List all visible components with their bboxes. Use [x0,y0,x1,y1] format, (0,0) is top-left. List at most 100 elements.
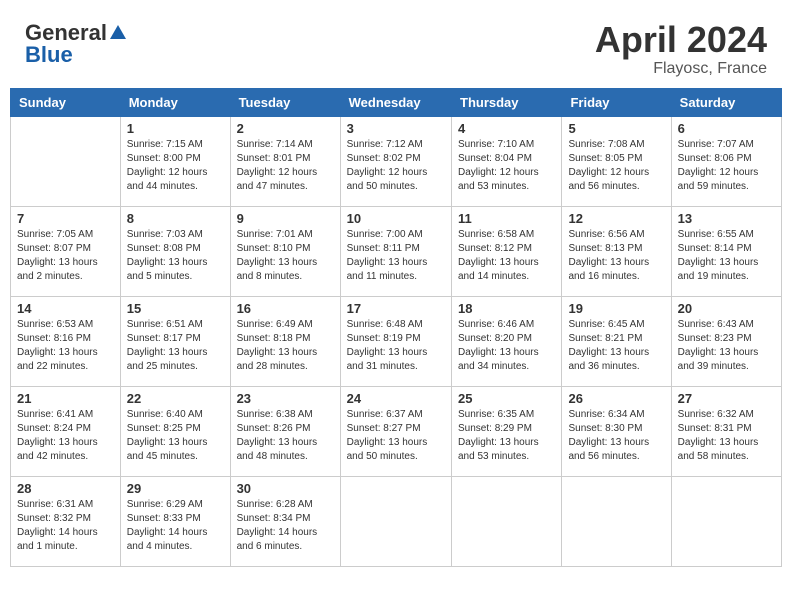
calendar-day-cell: 13 Sunrise: 6:55 AM Sunset: 8:14 PM Dayli… [671,206,781,296]
calendar-day-cell: 30 Sunrise: 6:28 AM Sunset: 8:34 PM Dayli… [230,476,340,566]
calendar-week-row: 21 Sunrise: 6:41 AM Sunset: 8:24 PM Dayli… [11,386,782,476]
day-number: 13 [678,211,775,226]
logo-blue-text: Blue [25,42,73,68]
calendar-day-cell: 6 Sunrise: 7:07 AM Sunset: 8:06 PM Daylig… [671,116,781,206]
calendar-day-cell: 23 Sunrise: 6:38 AM Sunset: 8:26 PM Dayli… [230,386,340,476]
day-info: Sunrise: 6:58 AM Sunset: 8:12 PM Dayligh… [458,228,555,284]
day-number: 23 [237,391,334,406]
day-info: Sunrise: 7:05 AM Sunset: 8:07 PM Dayligh… [17,228,114,284]
day-info: Sunrise: 6:40 AM Sunset: 8:25 PM Dayligh… [127,408,224,464]
logo: General Blue [25,20,127,68]
day-info: Sunrise: 6:35 AM Sunset: 8:29 PM Dayligh… [458,408,555,464]
day-info: Sunrise: 7:07 AM Sunset: 8:06 PM Dayligh… [678,138,775,194]
day-info: Sunrise: 6:56 AM Sunset: 8:13 PM Dayligh… [568,228,664,284]
day-number: 16 [237,301,334,316]
day-number: 19 [568,301,664,316]
day-number: 4 [458,121,555,136]
calendar-table: SundayMondayTuesdayWednesdayThursdayFrid… [10,88,782,567]
calendar-day-cell: 3 Sunrise: 7:12 AM Sunset: 8:02 PM Daylig… [340,116,451,206]
location-subtitle: Flayosc, France [595,60,767,78]
day-number: 27 [678,391,775,406]
day-info: Sunrise: 6:38 AM Sunset: 8:26 PM Dayligh… [237,408,334,464]
day-info: Sunrise: 6:55 AM Sunset: 8:14 PM Dayligh… [678,228,775,284]
calendar-day-cell: 19 Sunrise: 6:45 AM Sunset: 8:21 PM Dayli… [562,296,671,386]
calendar-day-cell: 27Sunrise: 6:32 AM Sunset: 8:31 PM Dayli… [671,386,781,476]
calendar-week-row: 7 Sunrise: 7:05 AM Sunset: 8:07 PM Daylig… [11,206,782,296]
day-info: Sunrise: 6:37 AM Sunset: 8:27 PM Dayligh… [347,408,445,464]
day-info: Sunrise: 6:51 AM Sunset: 8:17 PM Dayligh… [127,318,224,374]
calendar-day-cell: 5 Sunrise: 7:08 AM Sunset: 8:05 PM Daylig… [562,116,671,206]
day-info: Sunrise: 6:43 AM Sunset: 8:23 PM Dayligh… [678,318,775,374]
page-header: General Blue April 2024 Flayosc, France [10,10,782,83]
calendar-day-cell: 11 Sunrise: 6:58 AM Sunset: 8:12 PM Dayli… [452,206,562,296]
calendar-day-cell: 14 Sunrise: 6:53 AM Sunset: 8:16 PM Dayli… [11,296,121,386]
day-info: Sunrise: 6:48 AM Sunset: 8:19 PM Dayligh… [347,318,445,374]
day-number: 3 [347,121,445,136]
day-number: 11 [458,211,555,226]
day-info: Sunrise: 6:53 AM Sunset: 8:16 PM Dayligh… [17,318,114,374]
calendar-weekday-header: Thursday [452,88,562,116]
calendar-day-cell: 21 Sunrise: 6:41 AM Sunset: 8:24 PM Dayli… [11,386,121,476]
day-info: Sunrise: 6:34 AM Sunset: 8:30 PM Dayligh… [568,408,664,464]
day-number: 12 [568,211,664,226]
calendar-header-row: SundayMondayTuesdayWednesdayThursdayFrid… [11,88,782,116]
day-info: Sunrise: 7:00 AM Sunset: 8:11 PM Dayligh… [347,228,445,284]
day-info: Sunrise: 6:45 AM Sunset: 8:21 PM Dayligh… [568,318,664,374]
day-info: Sunrise: 6:49 AM Sunset: 8:18 PM Dayligh… [237,318,334,374]
calendar-day-cell: 12 Sunrise: 6:56 AM Sunset: 8:13 PM Dayli… [562,206,671,296]
calendar-weekday-header: Sunday [11,88,121,116]
calendar-weekday-header: Tuesday [230,88,340,116]
logo-triangle-icon [109,23,127,41]
calendar-week-row: 1 Sunrise: 7:15 AM Sunset: 8:00 PM Daylig… [11,116,782,206]
calendar-week-row: 28 Sunrise: 6:31 AM Sunset: 8:32 PM Dayli… [11,476,782,566]
day-number: 17 [347,301,445,316]
day-number: 28 [17,481,114,496]
day-number: 20 [678,301,775,316]
calendar-day-cell: 18Sunrise: 6:46 AM Sunset: 8:20 PM Dayli… [452,296,562,386]
calendar-day-cell: 8Sunrise: 7:03 AM Sunset: 8:08 PM Daylig… [120,206,230,296]
day-number: 5 [568,121,664,136]
day-number: 1 [127,121,224,136]
day-info: Sunrise: 7:12 AM Sunset: 8:02 PM Dayligh… [347,138,445,194]
calendar-day-cell: 10 Sunrise: 7:00 AM Sunset: 8:11 PM Dayli… [340,206,451,296]
day-number: 15 [127,301,224,316]
day-number: 8 [127,211,224,226]
day-number: 21 [17,391,114,406]
day-number: 29 [127,481,224,496]
day-info: Sunrise: 6:31 AM Sunset: 8:32 PM Dayligh… [17,498,114,554]
day-info: Sunrise: 7:15 AM Sunset: 8:00 PM Dayligh… [127,138,224,194]
day-info: Sunrise: 7:08 AM Sunset: 8:05 PM Dayligh… [568,138,664,194]
calendar-day-cell [671,476,781,566]
calendar-weekday-header: Friday [562,88,671,116]
day-number: 10 [347,211,445,226]
day-number: 6 [678,121,775,136]
calendar-day-cell: 9 Sunrise: 7:01 AM Sunset: 8:10 PM Daylig… [230,206,340,296]
day-number: 26 [568,391,664,406]
month-year-title: April 2024 [595,20,767,60]
day-info: Sunrise: 6:28 AM Sunset: 8:34 PM Dayligh… [237,498,334,554]
calendar-day-cell: 28 Sunrise: 6:31 AM Sunset: 8:32 PM Dayli… [11,476,121,566]
calendar-day-cell: 29Sunrise: 6:29 AM Sunset: 8:33 PM Dayli… [120,476,230,566]
calendar-day-cell [452,476,562,566]
day-info: Sunrise: 7:01 AM Sunset: 8:10 PM Dayligh… [237,228,334,284]
calendar-day-cell: 7 Sunrise: 7:05 AM Sunset: 8:07 PM Daylig… [11,206,121,296]
title-section: April 2024 Flayosc, France [595,20,767,78]
day-number: 30 [237,481,334,496]
day-info: Sunrise: 6:41 AM Sunset: 8:24 PM Dayligh… [17,408,114,464]
day-number: 14 [17,301,114,316]
day-number: 22 [127,391,224,406]
day-number: 9 [237,211,334,226]
calendar-weekday-header: Saturday [671,88,781,116]
day-number: 7 [17,211,114,226]
calendar-day-cell [562,476,671,566]
calendar-day-cell: 26 Sunrise: 6:34 AM Sunset: 8:30 PM Dayli… [562,386,671,476]
calendar-day-cell: 17 Sunrise: 6:48 AM Sunset: 8:19 PM Dayli… [340,296,451,386]
calendar-day-cell: 2Sunrise: 7:14 AM Sunset: 8:01 PM Daylig… [230,116,340,206]
calendar-day-cell: 4 Sunrise: 7:10 AM Sunset: 8:04 PM Daylig… [452,116,562,206]
day-number: 25 [458,391,555,406]
calendar-day-cell: 25 Sunrise: 6:35 AM Sunset: 8:29 PM Dayli… [452,386,562,476]
calendar-day-cell: 15 Sunrise: 6:51 AM Sunset: 8:17 PM Dayli… [120,296,230,386]
calendar-day-cell [340,476,451,566]
day-info: Sunrise: 7:10 AM Sunset: 8:04 PM Dayligh… [458,138,555,194]
calendar-weekday-header: Wednesday [340,88,451,116]
